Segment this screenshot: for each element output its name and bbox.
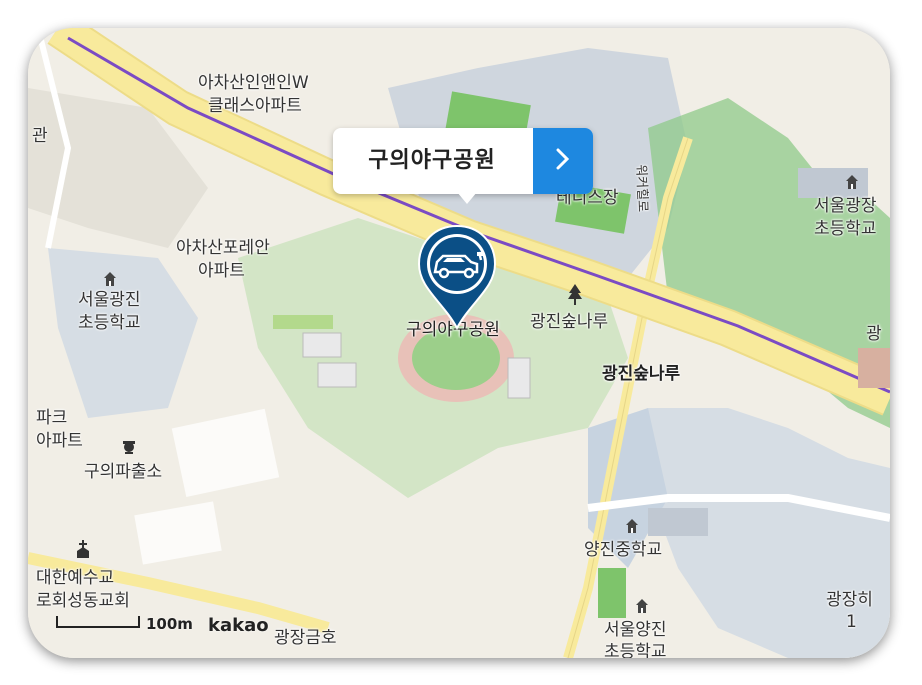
label-achasan-forest-2: 아파트: [198, 261, 245, 281]
label-seoul-yangjin-2: 초등학교: [604, 642, 667, 658]
map-marker[interactable]: [413, 222, 501, 334]
infowindow-pointer: [457, 192, 477, 204]
label-achasan-w-2: 클래스아파트: [208, 96, 302, 116]
label-park-apt-1: 파크: [36, 408, 68, 428]
label-park-apt-2: 아파트: [36, 431, 83, 451]
label-achasan-forest-1: 아차산포레안: [176, 238, 270, 258]
label-gwangjang-cut2: 1: [846, 612, 857, 632]
place-infowindow[interactable]: 구의야구공원: [333, 128, 593, 204]
label-yangjin-middle: 양진중학교: [584, 540, 663, 560]
label-gwangjang-school-1: 서울광장: [814, 196, 877, 216]
label-gwangjin-school-1: 서울광진: [78, 290, 141, 310]
label-gwangjang-cut: 광장히: [826, 590, 873, 610]
label-achasan-w-1: 아차산인앤인W: [198, 73, 309, 93]
label-gwangjang-school-2: 초등학교: [814, 219, 877, 239]
school-icon: [624, 518, 640, 538]
school-icon: [102, 271, 118, 291]
police-icon: [120, 438, 138, 460]
school-icon: [634, 598, 650, 618]
label-church-1: 대한예수교: [36, 568, 115, 588]
label-gwang-edge: 광: [866, 324, 882, 344]
map-frame[interactable]: 아차산인앤인W 클래스아파트 테니스장 아차산포레안 아파트 구의야구공원 서울…: [28, 28, 890, 658]
label-forest-stop: 광진숲나루: [530, 312, 609, 332]
label-police-box: 구의파출소: [84, 462, 163, 482]
tree-icon: [567, 284, 583, 310]
church-icon: [76, 540, 90, 562]
label-gwangjang-geumho: 광장금호: [274, 628, 337, 648]
chevron-right-icon: [556, 148, 570, 174]
kakao-logo[interactable]: kakao: [208, 615, 269, 636]
label-church-2: 로회성동교회: [36, 591, 130, 611]
place-detail-button[interactable]: [533, 128, 593, 194]
label-left-edge: 관: [32, 126, 48, 146]
label-gwangjin-school-2: 초등학교: [78, 313, 141, 333]
label-road-name: 워커힐로: [633, 164, 650, 213]
map-canvas[interactable]: [28, 28, 890, 658]
place-title[interactable]: 구의야구공원: [333, 128, 531, 194]
label-forest-station: 광진숲나루: [602, 364, 681, 384]
scale-label: 100m: [146, 615, 193, 633]
scale-bar: [56, 616, 140, 628]
label-seoul-yangjin-1: 서울양진: [604, 620, 667, 640]
school-icon: [844, 174, 860, 194]
